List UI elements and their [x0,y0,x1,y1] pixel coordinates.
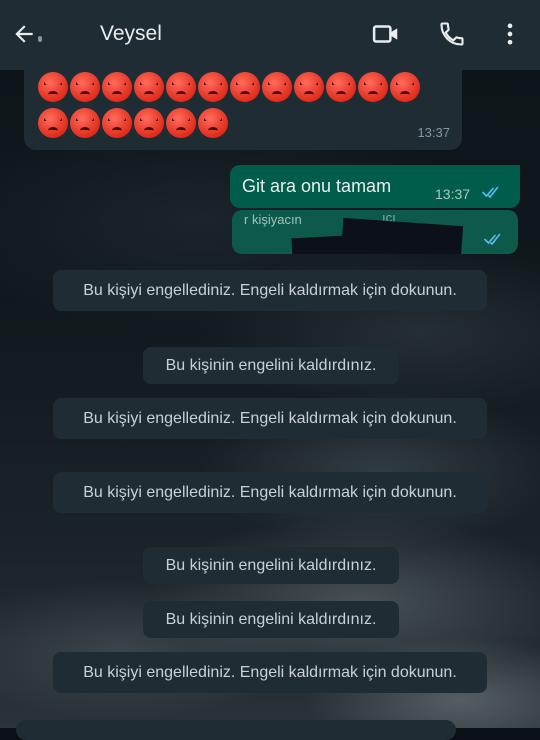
contact-name[interactable]: Veysel [100,22,162,46]
redaction-mark [291,233,383,254]
angry-face-icon [294,72,324,102]
block-notice[interactable]: Bu kişiyi engellediniz. Engeli kaldırmak… [53,652,487,693]
angry-face-icon [230,72,260,102]
block-notice[interactable]: Bu kişiyi engellediniz. Engeli kaldırmak… [53,472,487,513]
angry-emoji-row [38,72,420,102]
block-notice[interactable]: Bu kişiyi engellediniz. Engeli kaldırmak… [53,270,487,311]
back-arrow-icon[interactable] [8,18,40,50]
unblock-notice: Bu kişinin engelini kaldırdınız. [143,601,399,638]
angry-face-icon [166,108,196,138]
outgoing-message-bubble[interactable]: Git ara onu tamam 13:37 [230,165,520,208]
chat-header: Veysel [0,0,540,70]
avatar[interactable] [38,36,42,42]
phone-icon[interactable] [436,18,468,50]
unblock-notice: Bu kişinin engelini kaldırdınız. [143,547,399,584]
angry-face-icon [102,108,132,138]
angry-face-icon [134,108,164,138]
angry-face-icon [38,72,68,102]
message-text: Git ara onu tamam [242,176,392,196]
outgoing-message-bubble-partial[interactable]: r kişiyacın ıçı [232,210,518,254]
message-text-fragment: r kişiyacın [244,212,302,227]
read-ticks-icon [484,232,506,251]
angry-face-icon [70,108,100,138]
angry-face-icon [102,72,132,102]
angry-face-icon [390,72,420,102]
angry-face-icon [166,72,196,102]
message-time: 13:37 [435,186,471,202]
video-call-icon[interactable] [370,18,402,50]
unblock-notice: Bu kişinin engelini kaldırdınız. [143,347,399,384]
message-time: 13:37 [417,125,450,140]
angry-face-icon [198,72,228,102]
angry-emoji-row [38,108,228,138]
read-ticks-icon [482,185,504,204]
angry-face-icon [326,72,356,102]
angry-face-icon [262,72,292,102]
angry-face-icon [38,108,68,138]
block-notice[interactable]: Bu kişiyi engellediniz. Engeli kaldırmak… [53,398,487,439]
angry-face-icon [358,72,388,102]
angry-face-icon [134,72,164,102]
angry-face-icon [70,72,100,102]
message-input-bar[interactable] [16,720,456,740]
angry-face-icon [198,108,228,138]
more-vert-icon[interactable] [494,18,526,50]
